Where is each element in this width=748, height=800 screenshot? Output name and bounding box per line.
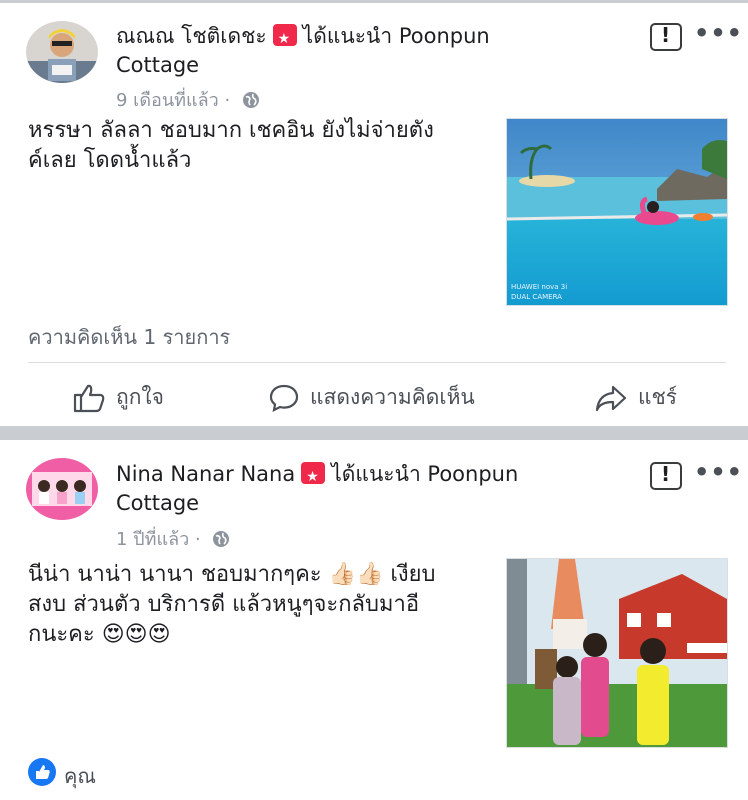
author-name[interactable]: ณณณ โชติเดชะ [116,24,267,48]
post-meta: 1 ปีที่แล้ว · [116,524,230,553]
more-icon[interactable]: ••• [694,458,743,486]
post-text-line: สงบ ส่วนตัว บริการดี แล้วหนูๆจะกลับมาอี [28,592,420,617]
more-icon[interactable]: ••• [694,19,743,47]
post-text-line: หรรษา ลัลลา ชอบมาก เชคอิน ยังไม่จ่ายตัง [28,118,434,143]
actions-divider [28,362,726,363]
reaction-like-icon[interactable] [28,758,56,786]
post-header-line: Nina Nanar Nana ได้แนะนำ Poonpun Cottage [116,460,636,518]
post-text-line: กนะคะ 😍😍😍 [28,622,171,647]
comment-icon [269,384,299,412]
meta-dot: · [224,90,231,111]
recommends-text: ได้แนะนำ Poonpun [331,462,519,486]
share-label: แชร์ [638,385,678,409]
like-button[interactable]: ถูกใจ [72,381,164,414]
reaction-name[interactable]: คุณ [64,760,96,792]
globe-icon [242,91,260,114]
recommends-text: ได้แนะนำ Poonpun [302,24,490,48]
page-name-link[interactable]: Cottage [116,491,199,515]
thumbs-up-icon [73,384,105,412]
recommend-star-icon [272,24,297,54]
share-button[interactable]: แชร์ [594,381,677,414]
author-name[interactable]: Nina Nanar Nana [116,462,295,486]
review-post-1: ณณณ โชติเดชะ ได้แนะนำ Poonpun Cottage 9 เ… [0,3,748,425]
recommend-star-icon [301,462,326,492]
review-post-2: Nina Nanar Nanaได้แนะนำ Poonpun Cottage … [0,440,748,800]
post-header-line: ณณณ โชติเดชะ ได้แนะนำ Poonpun Cottage [116,22,636,80]
post-text-line: นีน่า นาน่า นานา ชอบมากๆคะ 👍🏻👍🏻 เงียบ [28,562,436,587]
author-avatar[interactable] [26,21,98,83]
post-time[interactable]: 1 ปีที่แล้ว [116,529,189,550]
like-label: ถูกใจ [116,385,164,409]
children-photo[interactable] [506,558,728,748]
report-icon[interactable] [650,23,682,51]
comments-count[interactable]: ความคิดเห็น 1 รายการ [28,321,230,353]
post-meta: 9 เดือนที่แล้ว · [116,85,260,114]
globe-icon [212,530,230,553]
post-separator [0,426,748,440]
post-text: หรรษา ลัลลา ชอบมาก เชคอิน ยังไม่จ่ายตัง … [28,116,434,176]
author-avatar[interactable] [26,458,98,520]
page-name-link[interactable]: Cottage [116,53,199,77]
post-text-line: ค์เลย โดดน้ำแล้ว [28,148,192,173]
comment-label: แสดงความคิดเห็น [310,385,475,409]
comment-button[interactable]: แสดงความคิดเห็น [268,381,475,414]
share-icon [595,385,627,411]
report-icon[interactable] [650,462,682,490]
post-time[interactable]: 9 เดือนที่แล้ว [116,90,219,111]
meta-dot: · [194,529,201,550]
pool-photo[interactable]: HUAWEI nova 3i DUAL CAMERA [506,118,728,306]
camera-watermark: HUAWEI nova 3i [511,283,567,291]
camera-watermark: DUAL CAMERA [511,293,562,301]
post-text: นีน่า นาน่า นานา ชอบมากๆคะ 👍🏻👍🏻 เงียบ สง… [28,560,436,650]
